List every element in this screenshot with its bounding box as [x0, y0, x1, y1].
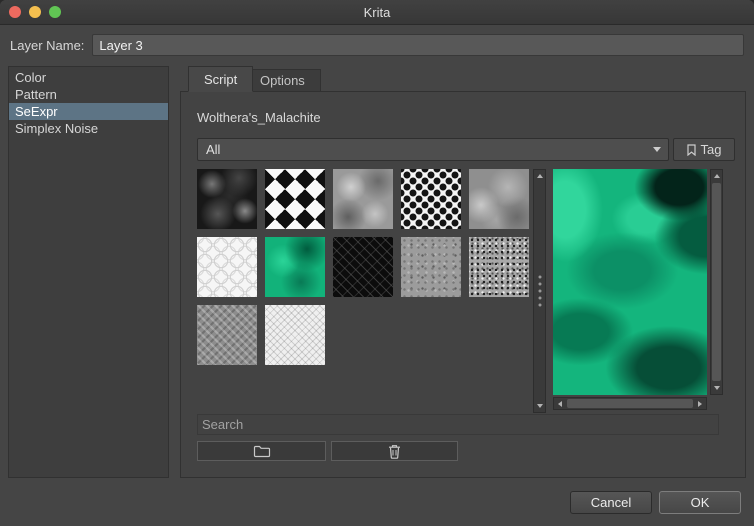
- pattern-thumb-black-zigzag[interactable]: [333, 237, 393, 297]
- import-resource-button[interactable]: [197, 441, 326, 461]
- scrollbar-handle[interactable]: [712, 183, 721, 381]
- splitter-grip-icon[interactable]: [538, 276, 541, 307]
- tag-button-label: Tag: [701, 142, 722, 157]
- pattern-grid-scrollbar[interactable]: [533, 169, 546, 413]
- layer-name-label: Layer Name:: [10, 38, 84, 53]
- pattern-thumb-light-crosshatch[interactable]: [265, 305, 325, 365]
- script-tab-panel: Wolthera's_Malachite All Tag: [180, 91, 746, 478]
- tag-button[interactable]: Tag: [673, 138, 735, 161]
- generator-item-seexpr[interactable]: SeExpr: [9, 103, 168, 120]
- generator-item-simplex-noise[interactable]: Simplex Noise: [9, 120, 168, 137]
- pattern-thumb-gray-smoke[interactable]: [469, 169, 529, 229]
- preview-vertical-scrollbar[interactable]: [710, 169, 723, 395]
- titlebar[interactable]: Krita: [0, 0, 754, 25]
- cancel-button[interactable]: Cancel: [570, 491, 652, 514]
- pattern-thumb-gray-marble[interactable]: [333, 169, 393, 229]
- preview-horizontal-scrollbar[interactable]: [553, 397, 707, 410]
- delete-resource-button[interactable]: [331, 441, 458, 461]
- scroll-left-icon[interactable]: [554, 398, 566, 409]
- scroll-right-icon[interactable]: [694, 398, 706, 409]
- tab-script[interactable]: Script: [188, 66, 253, 92]
- pattern-thumb-gray-granite[interactable]: [401, 237, 461, 297]
- traffic-lights: [9, 6, 61, 18]
- tag-filter-dropdown[interactable]: All: [197, 138, 669, 161]
- pattern-thumb-speckle-noise[interactable]: [469, 237, 529, 297]
- tag-filter-value: All: [198, 142, 646, 157]
- pattern-thumb-green-malachite[interactable]: [265, 237, 325, 297]
- window-title: Krita: [0, 0, 754, 25]
- layer-name-row: Layer Name:: [0, 26, 754, 64]
- chevron-down-icon: [646, 147, 668, 152]
- scrollbar-track[interactable]: [711, 182, 722, 382]
- pattern-thumb-gray-weave[interactable]: [197, 305, 257, 365]
- minimize-window-icon[interactable]: [29, 6, 41, 18]
- folder-icon: [253, 444, 271, 458]
- pattern-thumb-white-scales[interactable]: [197, 237, 257, 297]
- pattern-grid: [197, 169, 529, 365]
- selected-pattern-name: Wolthera's_Malachite: [197, 110, 321, 125]
- zoom-window-icon[interactable]: [49, 6, 61, 18]
- scrollbar-track[interactable]: [534, 182, 545, 400]
- scrollbar-track[interactable]: [566, 398, 694, 409]
- generator-tab-widget: Script Options Wolthera's_Malachite All …: [180, 66, 746, 478]
- generator-type-list[interactable]: ColorPatternSeExprSimplex Noise: [8, 66, 169, 478]
- scroll-down-icon[interactable]: [711, 382, 722, 394]
- scroll-up-icon[interactable]: [534, 170, 545, 182]
- pattern-thumb-bw-triangle-mosaic[interactable]: [265, 169, 325, 229]
- ok-button[interactable]: OK: [659, 491, 741, 514]
- trash-icon: [388, 444, 401, 459]
- generator-item-color[interactable]: Color: [9, 69, 168, 86]
- scroll-up-icon[interactable]: [711, 170, 722, 182]
- close-window-icon[interactable]: [9, 6, 21, 18]
- tab-options[interactable]: Options: [244, 69, 321, 92]
- scroll-down-icon[interactable]: [534, 400, 545, 412]
- pattern-search-input[interactable]: [197, 414, 719, 435]
- generator-item-pattern[interactable]: Pattern: [9, 86, 168, 103]
- bookmark-icon: [687, 144, 696, 156]
- layer-name-input[interactable]: [92, 34, 744, 56]
- pattern-thumb-halftone-dots[interactable]: [401, 169, 461, 229]
- pattern-thumb-dark-marble[interactable]: [197, 169, 257, 229]
- pattern-preview-image: [553, 169, 707, 395]
- scrollbar-handle[interactable]: [567, 399, 693, 408]
- krita-dialog-window: Krita Layer Name: ColorPatternSeExprSimp…: [0, 0, 754, 526]
